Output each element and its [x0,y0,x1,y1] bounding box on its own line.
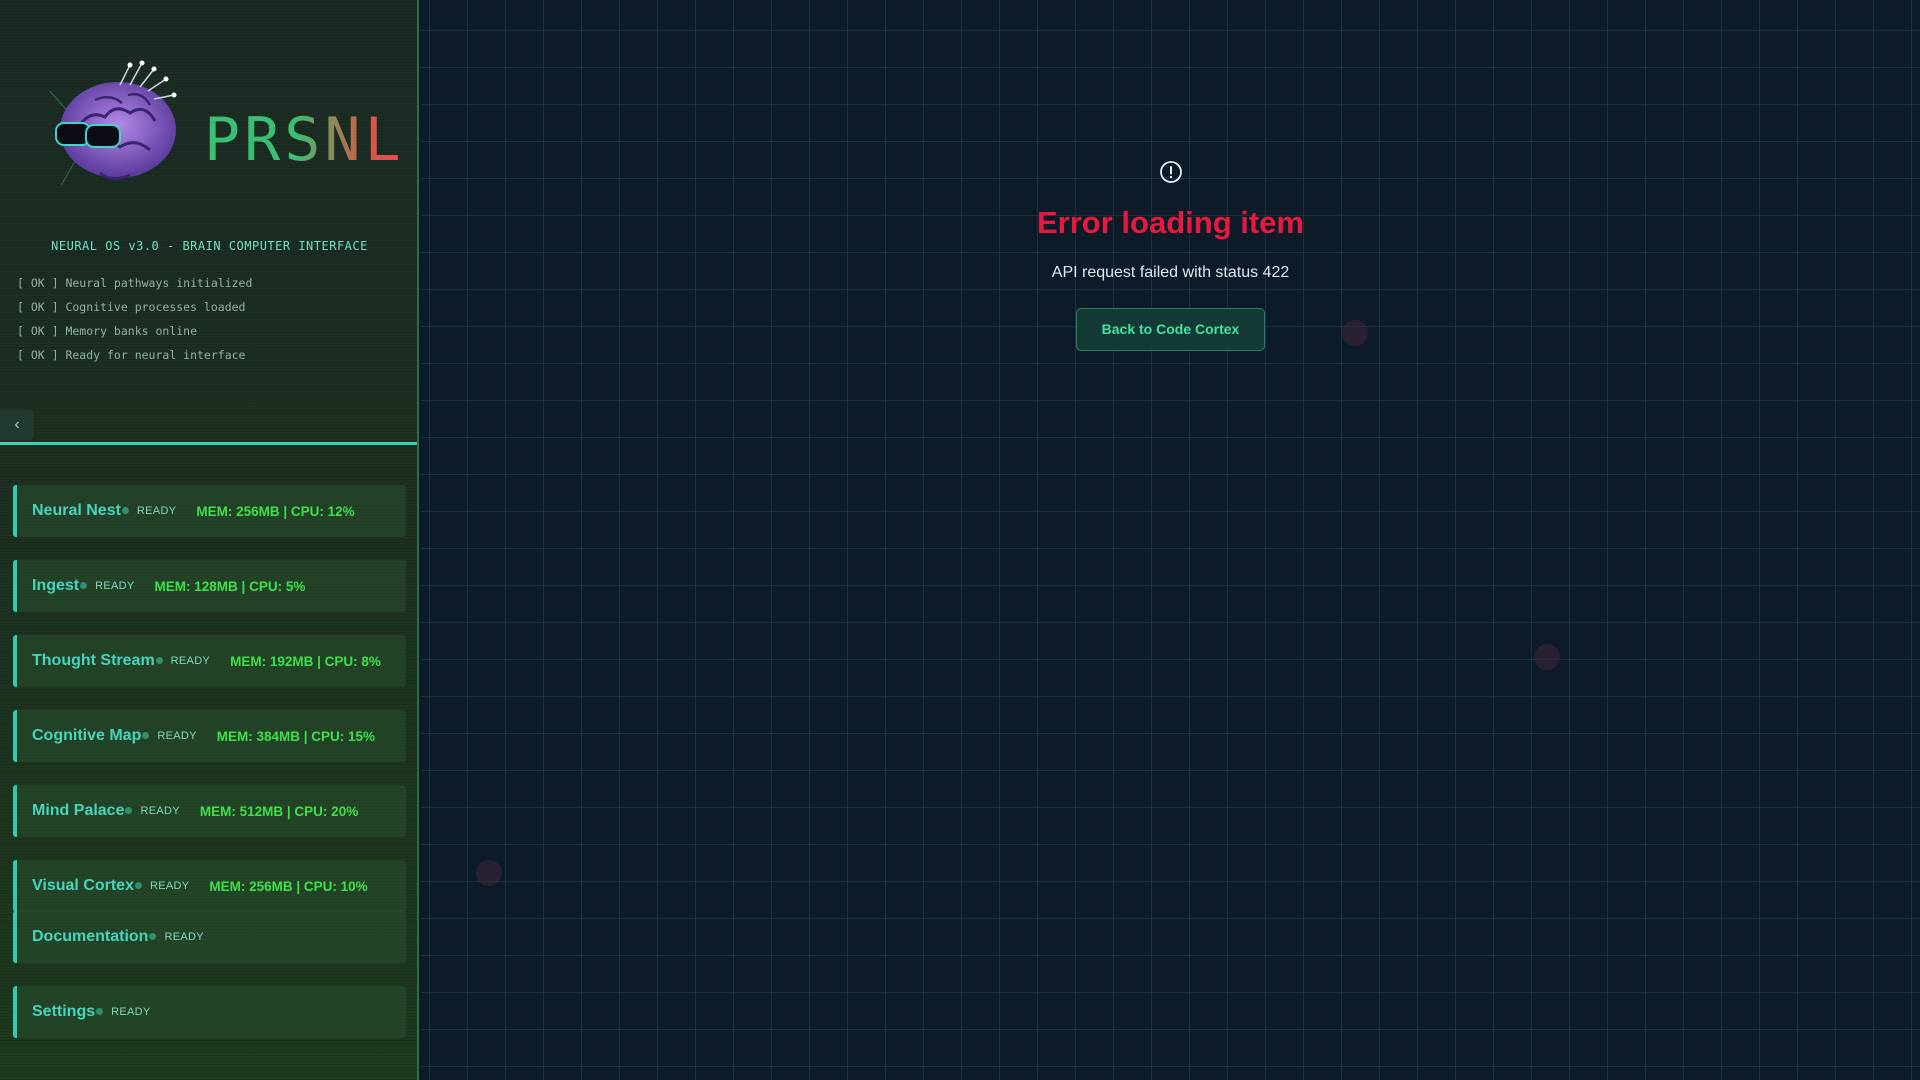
sidebar-item-label: Settings [32,1003,96,1020]
boot-log-line: [ OK ] Memory banks online [17,324,198,338]
background-glow [1534,644,1560,670]
sidebar-item-label: Cognitive Map [32,727,142,744]
back-to-code-cortex-button[interactable]: Back to Code Cortex [1076,308,1265,351]
sidebar-header: PRSNL NEURAL OS v3.0 - BRAIN COMPUTER IN… [0,0,417,445]
error-title: Error loading item [1037,205,1304,240]
logo-area: PRSNL [0,0,417,230]
sidebar-item-neural-nest[interactable]: Neural Nest READY MEM: 256MB | CPU: 12% [13,485,406,537]
sidebar-item-documentation[interactable]: Documentation READY [13,911,406,963]
sidebar: PRSNL NEURAL OS v3.0 - BRAIN COMPUTER IN… [0,0,419,1080]
status-dot-icon [142,731,150,739]
resource-metrics: MEM: 512MB | CPU: 20% [199,803,359,819]
boot-log: [ OK ] Neural pathways initialized [ OK … [17,275,252,371]
sidebar-item-visual-cortex[interactable]: Visual Cortex READY MEM: 256MB | CPU: 10… [13,860,406,912]
resource-metrics: MEM: 256MB | CPU: 10% [209,878,368,894]
boot-log-line: [ OK ] Cognitive processes loaded [17,300,246,314]
status-badge: READY [136,505,177,517]
sidebar-item-label: Documentation [32,928,149,945]
status-badge: READY [170,655,211,667]
sidebar-item-mind-palace[interactable]: Mind Palace READY MEM: 512MB | CPU: 20% [13,785,406,837]
error-message: API request failed with status 422 [1051,264,1290,281]
status-dot-icon [155,656,163,664]
status-dot-icon [125,806,133,814]
status-badge: READY [164,931,204,943]
sidebar-item-label: Mind Palace [32,802,125,819]
chevron-left-icon: ‹ [14,416,20,433]
sidebar-item-settings[interactable]: Settings READY [13,986,406,1038]
os-title: NEURAL OS v3.0 - BRAIN COMPUTER INTERFAC… [51,239,368,253]
status-badge: READY [95,580,135,592]
brain-logo-icon [50,60,177,185]
sidebar-item-thought-stream[interactable]: Thought Stream READY MEM: 192MB | CPU: 8… [13,635,406,687]
boot-log-line: [ OK ] Ready for neural interface [17,348,246,362]
background-glow [476,860,502,886]
resource-metrics: MEM: 128MB | CPU: 5% [154,578,306,594]
status-dot-icon [96,1007,104,1015]
resource-metrics: MEM: 256MB | CPU: 12% [196,503,355,519]
sidebar-item-label: Ingest [32,577,80,594]
sidebar-item-ingest[interactable]: Ingest READY MEM: 128MB | CPU: 5% [13,560,406,612]
status-badge: READY [140,805,180,817]
resource-metrics: MEM: 384MB | CPU: 15% [216,728,376,744]
status-dot-icon [149,932,157,940]
sidebar-item-label: Thought Stream [32,652,155,669]
status-badge: READY [111,1006,151,1018]
sidebar-item-cognitive-map[interactable]: Cognitive Map READY MEM: 384MB | CPU: 15… [13,710,406,762]
resource-metrics: MEM: 192MB | CPU: 8% [230,653,381,669]
header-divider [0,442,417,445]
status-dot-icon [121,506,129,514]
sidebar-item-label: Neural Nest [32,502,121,519]
status-dot-icon [80,581,88,589]
status-badge: READY [157,730,197,742]
sidebar-item-label: Visual Cortex [32,877,134,894]
status-badge: READY [149,880,190,892]
error-panel: Error loading item API request failed wi… [421,160,1920,351]
collapse-sidebar-button[interactable]: ‹ [0,410,34,440]
alert-circle-icon [1159,161,1182,183]
boot-log-line: [ OK ] Neural pathways initialized [17,276,253,290]
main-content: Error loading item API request failed wi… [421,0,1920,1080]
logo-text: PRSNL [204,105,405,175]
status-dot-icon [134,881,142,889]
